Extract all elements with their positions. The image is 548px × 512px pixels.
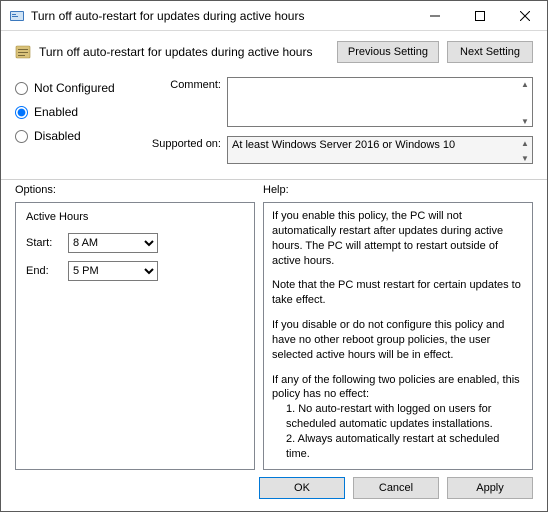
- dialog-footer: OK Cancel Apply: [1, 467, 547, 511]
- comment-field[interactable]: [227, 77, 533, 127]
- previous-setting-button[interactable]: Previous Setting: [337, 41, 439, 63]
- radio-disabled[interactable]: Disabled: [15, 129, 135, 143]
- start-select[interactable]: 12 AM1 AM2 AM3 AM4 AM5 AM6 AM7 AM8 AM9 A…: [68, 233, 158, 253]
- policy-header: Turn off auto-restart for updates during…: [1, 31, 547, 69]
- help-text: 1. No auto-restart with logged on users …: [272, 402, 524, 432]
- next-setting-button[interactable]: Next Setting: [447, 41, 533, 63]
- minimize-button[interactable]: [412, 1, 457, 30]
- apply-button[interactable]: Apply: [447, 477, 533, 499]
- policy-title: Turn off auto-restart for updates during…: [39, 45, 329, 59]
- state-and-fields: Not Configured Enabled Disabled Comment:…: [1, 69, 547, 173]
- supported-on-label: Supported on:: [149, 136, 221, 150]
- help-text: If you disable or do not configure this …: [272, 318, 524, 363]
- radio-not-configured-input[interactable]: [15, 82, 28, 95]
- maximize-button[interactable]: [457, 1, 502, 30]
- help-text: If you enable this policy, the PC will n…: [272, 209, 524, 268]
- radio-not-configured-label: Not Configured: [34, 81, 115, 95]
- cancel-button[interactable]: Cancel: [353, 477, 439, 499]
- active-hours-heading: Active Hours: [26, 211, 244, 223]
- options-label: Options:: [15, 184, 255, 196]
- help-panel: If you enable this policy, the PC will n…: [263, 202, 533, 470]
- radio-enabled-input[interactable]: [15, 106, 28, 119]
- window-controls: [412, 1, 547, 30]
- titlebar: Turn off auto-restart for updates during…: [1, 1, 547, 31]
- window-title: Turn off auto-restart for updates during…: [31, 9, 412, 23]
- close-button[interactable]: [502, 1, 547, 30]
- radio-disabled-label: Disabled: [34, 129, 81, 143]
- help-text: If any of the following two policies are…: [272, 373, 524, 403]
- radio-enabled-label: Enabled: [34, 105, 78, 119]
- start-label: Start:: [26, 237, 60, 249]
- end-label: End:: [26, 265, 60, 277]
- end-select[interactable]: 12 AM1 AM2 AM3 AM4 AM5 AM6 AM7 AM8 AM9 A…: [68, 261, 158, 281]
- help-text: 2. Always automatically restart at sched…: [272, 432, 524, 462]
- help-label: Help:: [263, 184, 533, 196]
- policy-icon: [9, 8, 25, 24]
- gpedit-policy-dialog: Turn off auto-restart for updates during…: [0, 0, 548, 512]
- state-radios: Not Configured Enabled Disabled: [15, 77, 135, 167]
- radio-enabled[interactable]: Enabled: [15, 105, 135, 119]
- comment-label: Comment:: [149, 77, 221, 91]
- radio-disabled-input[interactable]: [15, 130, 28, 143]
- divider: [1, 179, 547, 180]
- options-panel: Active Hours Start: 12 AM1 AM2 AM3 AM4 A…: [15, 202, 255, 470]
- ok-button[interactable]: OK: [259, 477, 345, 499]
- policy-setting-icon: [15, 44, 31, 60]
- radio-not-configured[interactable]: Not Configured: [15, 81, 135, 95]
- supported-on-field: [227, 136, 533, 164]
- help-text: Note that the PC must restart for certai…: [272, 278, 524, 308]
